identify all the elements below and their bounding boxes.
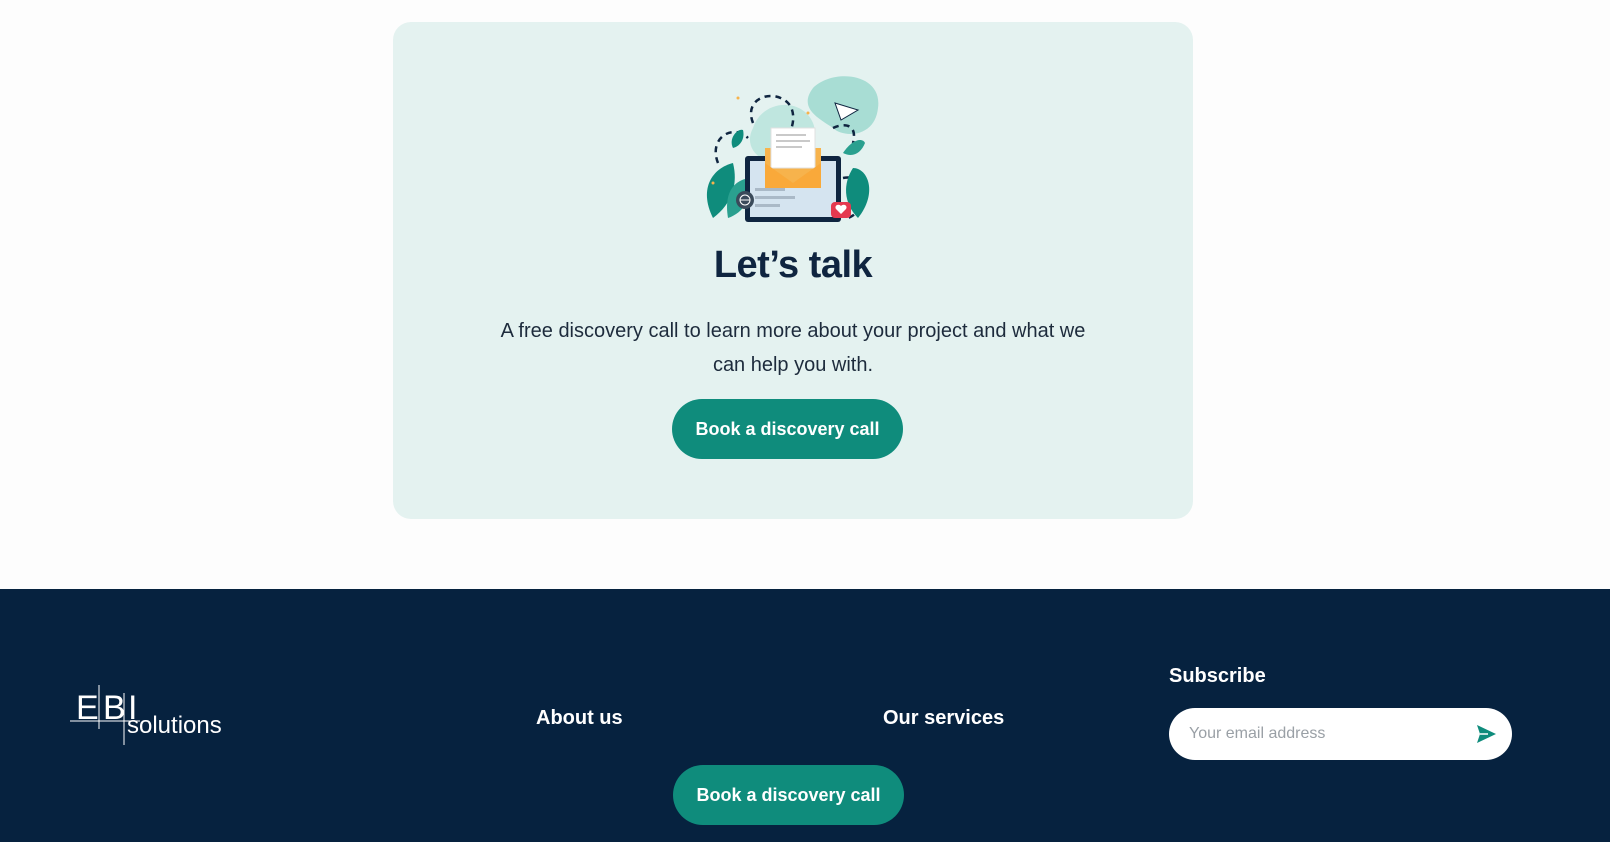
subscribe-form: [1169, 708, 1512, 760]
cta-description: A free discovery call to learn more abou…: [500, 320, 1086, 376]
svg-text:solutions: solutions: [127, 712, 222, 739]
email-input[interactable]: [1189, 708, 1459, 760]
cta-title: Let’s talk: [713, 244, 873, 286]
subscribe-title: Subscribe: [1169, 665, 1266, 687]
send-icon[interactable]: [1474, 722, 1498, 746]
footer: E B I solutions About us Our services Su…: [0, 589, 1610, 842]
book-discovery-call-button[interactable]: Book a discovery call: [672, 399, 903, 459]
footer-link-our-services[interactable]: Our services: [883, 707, 1004, 730]
email-illustration: [706, 76, 879, 222]
ebi-solutions-logo[interactable]: E B I solutions: [70, 683, 230, 745]
footer-book-discovery-call-button[interactable]: Book a discovery call: [673, 765, 904, 825]
footer-link-about-us[interactable]: About us: [536, 707, 623, 730]
cta-card: Let’s talk A free discovery call to lear…: [393, 22, 1193, 519]
